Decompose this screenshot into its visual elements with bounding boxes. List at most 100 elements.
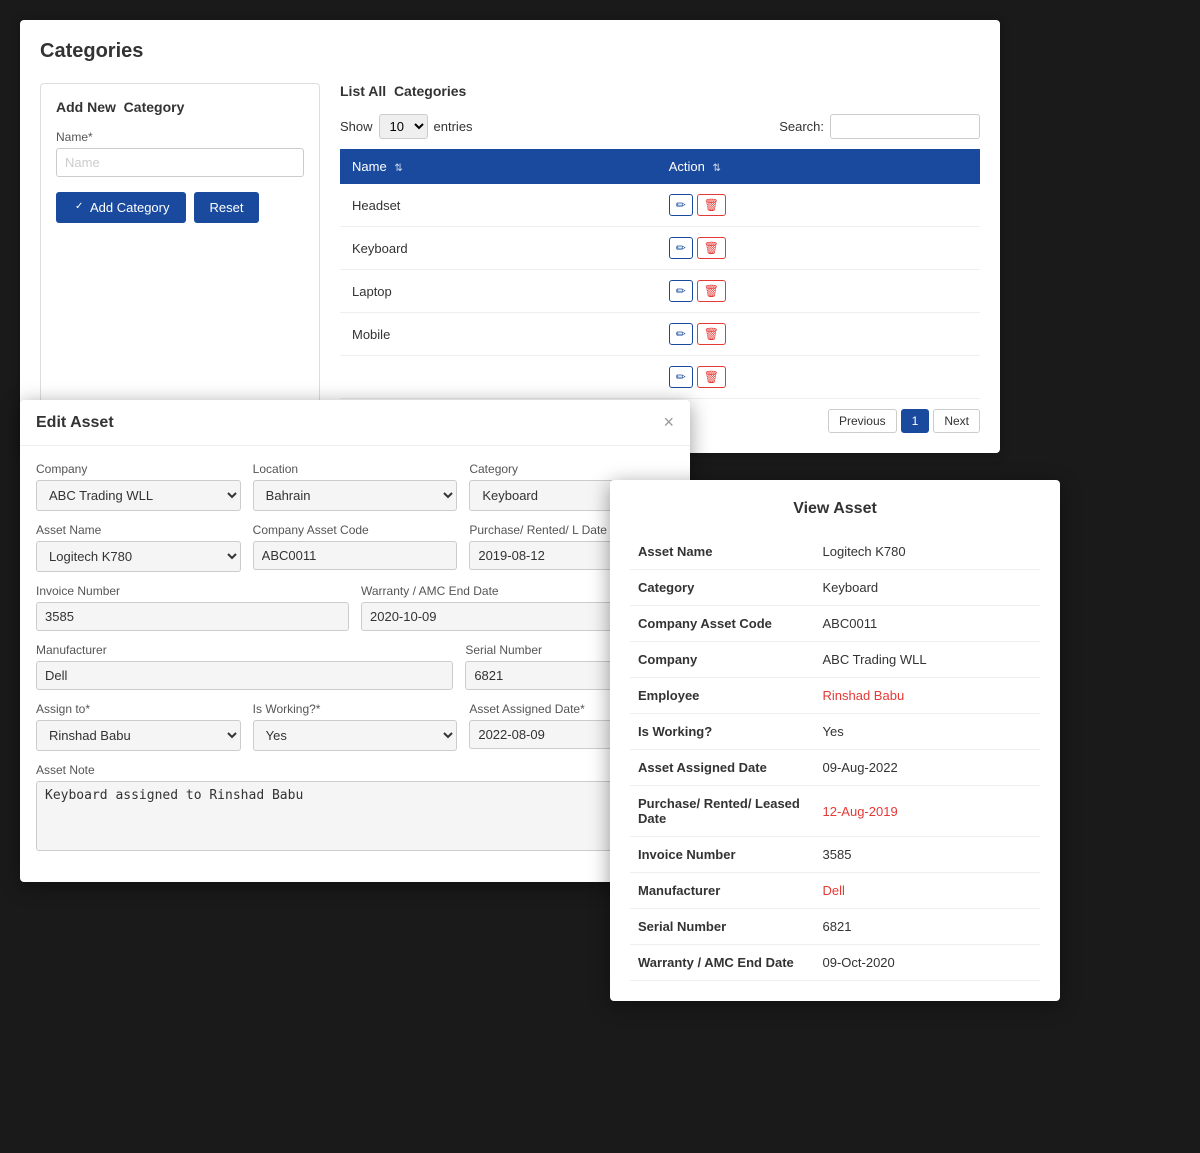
category-name-cell: Keyboard — [340, 227, 657, 270]
asset-name-label: Asset Name — [36, 523, 241, 537]
company-asset-code-input[interactable] — [253, 541, 458, 570]
view-value: 6821 — [815, 909, 1041, 945]
view-table-row: Employee Rinshad Babu — [630, 678, 1040, 714]
action-buttons: ✏ 🗑 — [669, 366, 968, 388]
manufacturer-label: Manufacturer — [36, 643, 453, 657]
company-asset-code-label: Company Asset Code — [253, 523, 458, 537]
company-label: Company — [36, 462, 241, 476]
add-category-section: Add New Category Name* Add Category Rese… — [40, 83, 320, 433]
asset-note-field: Asset Note Keyboard assigned to Rinshad … — [36, 763, 674, 854]
action-cell: ✏ 🗑 — [657, 184, 980, 227]
list-heading: List All Categories — [340, 83, 980, 99]
view-label: Serial Number — [630, 909, 815, 945]
location-select[interactable]: Bahrain — [253, 480, 458, 511]
view-table-row: Serial Number 6821 — [630, 909, 1040, 945]
view-label: Purchase/ Rented/ Leased Date — [630, 786, 815, 837]
entries-select[interactable]: 10 25 50 — [379, 114, 428, 139]
row-invoice-warranty: Invoice Number Warranty / AMC End Date — [36, 584, 674, 631]
row-assign-working-date: Assign to* Rinshad Babu Is Working?* Yes… — [36, 702, 674, 751]
assign-to-select[interactable]: Rinshad Babu — [36, 720, 241, 751]
edit-button[interactable]: ✏ — [669, 194, 693, 216]
delete-button[interactable]: 🗑 — [697, 280, 726, 302]
table-row: ✏ 🗑 — [340, 356, 980, 399]
view-value: 09-Aug-2022 — [815, 750, 1041, 786]
delete-button[interactable]: 🗑 — [697, 194, 726, 216]
form-buttons: Add Category Reset — [56, 192, 304, 223]
view-label: Warranty / AMC End Date — [630, 945, 815, 981]
view-table-row: Category Keyboard — [630, 570, 1040, 606]
view-label: Company Asset Code — [630, 606, 815, 642]
view-table-row: Manufacturer Dell — [630, 873, 1040, 909]
location-field: Location Bahrain — [253, 462, 458, 511]
pagination-previous[interactable]: Previous — [828, 409, 897, 433]
view-panel-title: View Asset — [630, 500, 1040, 518]
name-input[interactable] — [56, 148, 304, 177]
page-title: Categories — [40, 40, 980, 63]
action-buttons: ✏ 🗑 — [669, 194, 968, 216]
edit-button[interactable]: ✏ — [669, 323, 693, 345]
add-category-button[interactable]: Add Category — [56, 192, 186, 223]
company-select[interactable]: ABC Trading WLL — [36, 480, 241, 511]
view-label: Company — [630, 642, 815, 678]
view-value: ABC Trading WLL — [815, 642, 1041, 678]
table-row: Laptop ✏ 🗑 — [340, 270, 980, 313]
modal-close-button[interactable]: × — [663, 412, 674, 433]
asset-note-label: Asset Note — [36, 763, 674, 777]
delete-button[interactable]: 🗑 — [697, 323, 726, 345]
company-field: Company ABC Trading WLL — [36, 462, 241, 511]
delete-button[interactable]: 🗑 — [697, 237, 726, 259]
search-input[interactable] — [830, 114, 980, 139]
view-value: 09-Oct-2020 — [815, 945, 1041, 981]
action-cell: ✏ 🗑 — [657, 356, 980, 399]
view-value: Dell — [815, 873, 1041, 909]
view-asset-panel: View Asset Asset Name Logitech K780 Cate… — [610, 480, 1060, 1001]
pagination-page-1[interactable]: 1 — [901, 409, 930, 433]
row-manufacturer-serial: Manufacturer Serial Number — [36, 643, 674, 690]
add-category-heading: Add New Category — [56, 99, 304, 115]
name-form-group: Name* — [56, 130, 304, 177]
view-value: Logitech K780 — [815, 534, 1041, 570]
name-sort-icon[interactable]: ⇅ — [394, 163, 402, 174]
edit-button[interactable]: ✏ — [669, 237, 693, 259]
action-buttons: ✏ 🗑 — [669, 323, 968, 345]
action-sort-icon[interactable]: ⇅ — [713, 163, 721, 174]
view-table-row: Asset Assigned Date 09-Aug-2022 — [630, 750, 1040, 786]
view-table-row: Company Asset Code ABC0011 — [630, 606, 1040, 642]
reset-button[interactable]: Reset — [194, 192, 260, 223]
is-working-select[interactable]: Yes — [253, 720, 458, 751]
edit-button[interactable]: ✏ — [669, 280, 693, 302]
modal-body: Company ABC Trading WLL Location Bahrain… — [20, 446, 690, 882]
action-buttons: ✏ 🗑 — [669, 280, 968, 302]
invoice-field: Invoice Number — [36, 584, 349, 631]
view-table-row: Company ABC Trading WLL — [630, 642, 1040, 678]
edit-button[interactable]: ✏ — [669, 366, 693, 388]
search-box: Search: — [779, 114, 980, 139]
view-asset-table: Asset Name Logitech K780 Category Keyboa… — [630, 534, 1040, 981]
view-label: Is Working? — [630, 714, 815, 750]
category-name-cell: Headset — [340, 184, 657, 227]
entries-label: entries — [434, 119, 473, 134]
view-table-row: Asset Name Logitech K780 — [630, 534, 1040, 570]
invoice-input[interactable] — [36, 602, 349, 631]
search-label: Search: — [779, 119, 824, 134]
view-value: Yes — [815, 714, 1041, 750]
check-icon — [72, 201, 86, 215]
view-value: 3585 — [815, 837, 1041, 873]
asset-name-select[interactable]: Logitech K780 — [36, 541, 241, 572]
show-label: Show — [340, 119, 373, 134]
is-working-label: Is Working?* — [253, 702, 458, 716]
view-label: Asset Name — [630, 534, 815, 570]
asset-note-textarea[interactable]: Keyboard assigned to Rinshad Babu — [36, 781, 674, 851]
category-name-cell — [340, 356, 657, 399]
category-name-cell: Mobile — [340, 313, 657, 356]
manufacturer-input[interactable] — [36, 661, 453, 690]
action-buttons: ✏ 🗑 — [669, 237, 968, 259]
row-asset-name-code-date: Asset Name Logitech K780 Company Asset C… — [36, 523, 674, 572]
show-entries: Show 10 25 50 entries — [340, 114, 473, 139]
list-all-categories-section: List All Categories Show 10 25 50 entrie… — [340, 83, 980, 433]
delete-button[interactable]: 🗑 — [697, 366, 726, 388]
pagination-next[interactable]: Next — [933, 409, 980, 433]
table-row: Mobile ✏ 🗑 — [340, 313, 980, 356]
col-name: Name ⇅ — [340, 149, 657, 184]
view-table-row: Purchase/ Rented/ Leased Date 12-Aug-201… — [630, 786, 1040, 837]
